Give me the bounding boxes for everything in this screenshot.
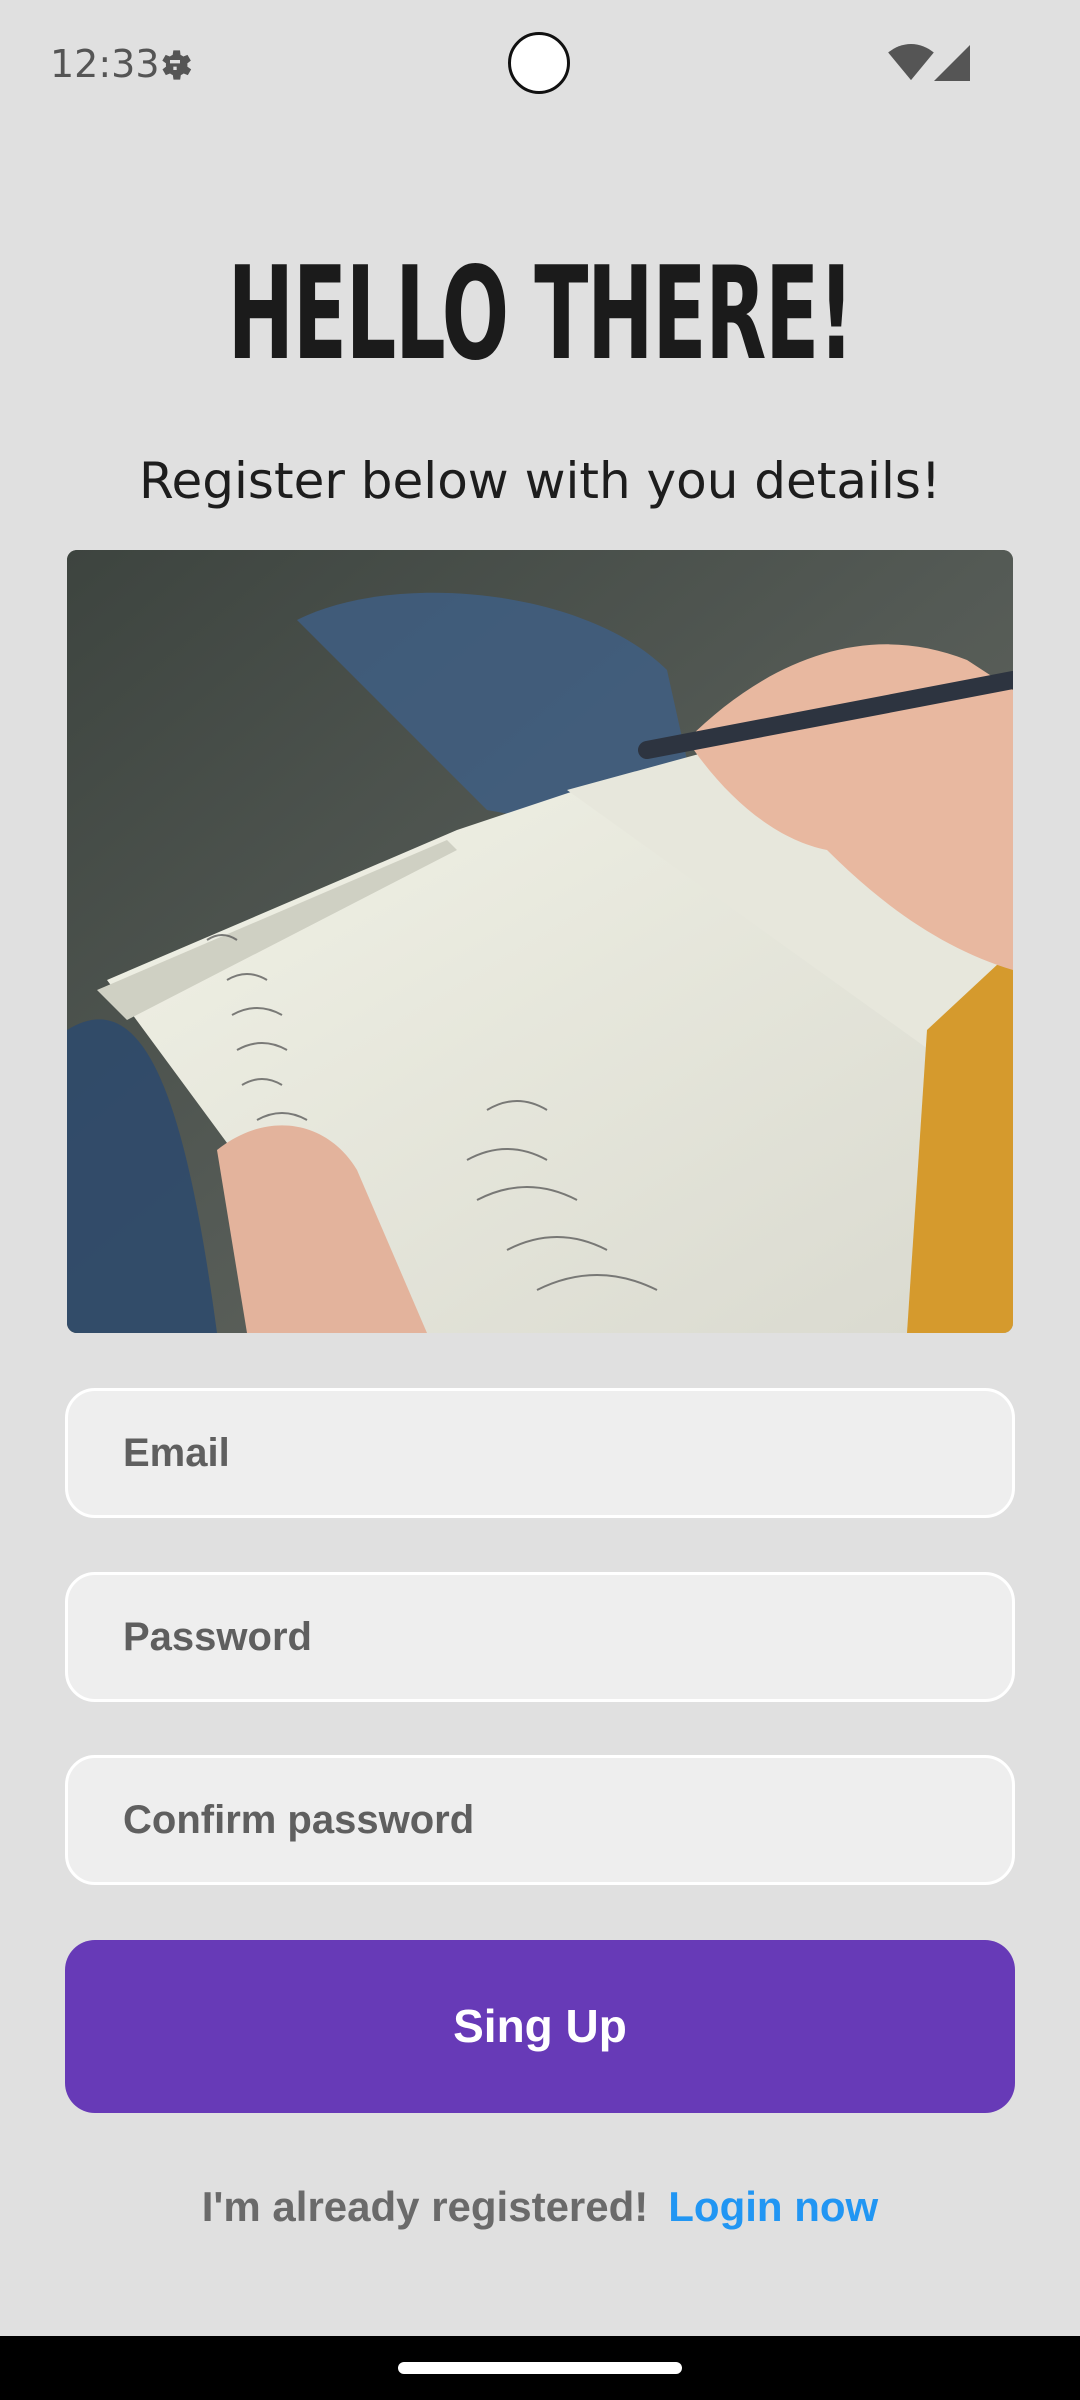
sign-up-button[interactable]: Sing Up (65, 1940, 1015, 2113)
password-placeholder: Password (123, 1615, 312, 1659)
cell-signal-icon (934, 45, 970, 81)
login-now-link[interactable]: Login now (668, 2183, 878, 2230)
home-gesture-handle[interactable] (398, 2362, 682, 2374)
page-title: HELLO THERE! (227, 240, 854, 389)
password-field[interactable]: Password (65, 1572, 1015, 1702)
notebook-illustration (67, 550, 1013, 1333)
login-prompt: I'm already registered! Login now (0, 2183, 1080, 2231)
hero-image (67, 550, 1013, 1333)
already-registered-text: I'm already registered! (201, 2183, 649, 2230)
camera-cutout (508, 32, 570, 94)
confirm-password-field[interactable]: Confirm password (65, 1755, 1015, 1885)
wifi-icon (888, 44, 934, 81)
email-placeholder: Email (123, 1431, 230, 1475)
page-subtitle: Register below with you details! (139, 452, 941, 510)
status-bar: 12:33 (0, 0, 1080, 130)
settings-gear-icon (162, 50, 192, 80)
confirm-password-placeholder: Confirm password (123, 1798, 475, 1842)
status-time: 12:33 (50, 42, 160, 86)
email-field[interactable]: Email (65, 1388, 1015, 1518)
